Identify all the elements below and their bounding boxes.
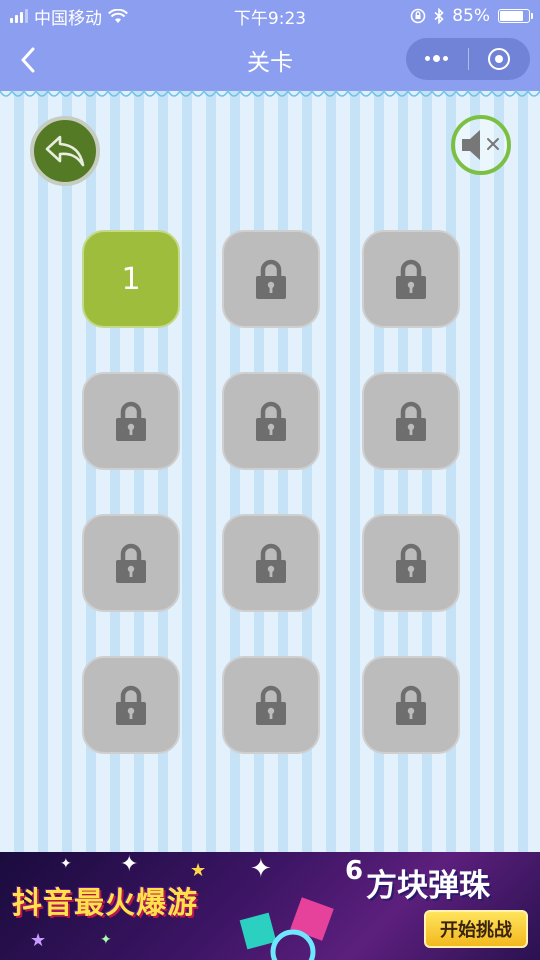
level-tile-locked[interactable]	[222, 656, 320, 754]
level-tile-locked[interactable]	[82, 514, 180, 612]
more-dots-icon	[425, 55, 449, 62]
nav-bar: 关卡	[0, 32, 540, 88]
scallop-border	[0, 88, 540, 97]
reply-arrow-icon	[45, 135, 85, 167]
lock-icon	[396, 259, 426, 299]
level-tile-locked[interactable]	[82, 656, 180, 754]
status-right: 85%	[410, 0, 533, 32]
more-menu-button[interactable]	[406, 38, 468, 80]
lock-icon	[116, 543, 146, 583]
battery-percent: 85%	[452, 6, 490, 26]
lock-icon	[256, 259, 286, 299]
orientation-lock-icon	[410, 8, 426, 24]
level-number: 1	[121, 261, 141, 297]
level-select-area: 1	[0, 88, 540, 852]
ad-title: 方块弹珠	[366, 868, 490, 904]
star-decoration: ★	[30, 930, 47, 951]
level-tile-1[interactable]: 1	[82, 230, 180, 328]
bluetooth-icon	[434, 8, 444, 24]
level-tile-locked[interactable]	[362, 230, 460, 328]
miniprogram-capsule	[406, 38, 530, 80]
level-tile-locked[interactable]	[82, 372, 180, 470]
ad-banner[interactable]: ✦ ✦ ★ ✦ ★ ✦ ★ 抖音最火爆游 6 方块弹珠 开始挑战	[0, 852, 540, 960]
level-tile-locked[interactable]	[362, 372, 460, 470]
level-tile-locked[interactable]	[222, 230, 320, 328]
ad-number: 6	[345, 856, 364, 886]
star-decoration: ✦	[120, 852, 139, 877]
ad-slogan: 抖音最火爆游	[12, 886, 198, 921]
lock-icon	[396, 401, 426, 441]
star-decoration: ✦	[250, 854, 272, 884]
lock-icon	[116, 401, 146, 441]
star-decoration: ✦	[100, 932, 112, 948]
game-back-button[interactable]	[30, 116, 100, 186]
level-tile-locked[interactable]	[362, 656, 460, 754]
ad-game-art	[239, 897, 334, 960]
level-tile-locked[interactable]	[222, 372, 320, 470]
lock-icon	[116, 685, 146, 725]
level-tile-locked[interactable]	[222, 514, 320, 612]
close-miniprogram-button[interactable]	[468, 38, 530, 80]
lock-icon	[396, 685, 426, 725]
status-bar: 中国移动 下午9:23 85%	[0, 0, 540, 32]
battery-icon	[498, 9, 533, 23]
lock-icon	[256, 543, 286, 583]
level-tile-locked[interactable]	[362, 514, 460, 612]
star-decoration: ✦	[60, 856, 72, 872]
lock-icon	[256, 685, 286, 725]
sound-toggle-button[interactable]	[451, 115, 511, 175]
target-circle-icon	[488, 48, 511, 70]
speaker-muted-icon	[462, 130, 499, 160]
lock-icon	[396, 543, 426, 583]
level-grid: 1	[82, 230, 460, 754]
ad-cta-button[interactable]: 开始挑战	[424, 910, 528, 948]
lock-icon	[256, 401, 286, 441]
